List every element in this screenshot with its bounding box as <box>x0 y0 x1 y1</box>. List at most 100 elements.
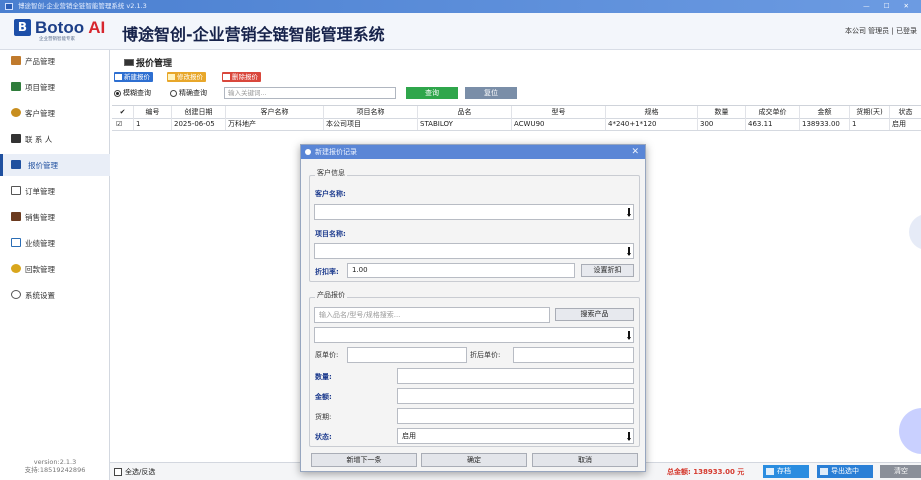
settings-icon <box>11 290 21 299</box>
customer-icon <box>11 108 21 117</box>
sidebar-item-label: 报价管理 <box>28 160 58 170</box>
window-controls[interactable]: — ☐ ✕ <box>863 0 915 13</box>
sidebar-item-settings[interactable]: 系统设置 <box>0 284 110 306</box>
search-product-button[interactable]: 搜索产品 <box>555 308 634 321</box>
payment-icon <box>11 264 21 273</box>
chevron-down-icon <box>627 331 631 340</box>
confirm-button[interactable]: 确定 <box>421 453 527 467</box>
reset-button[interactable]: 复位 <box>465 87 517 99</box>
sidebar-item-product[interactable]: 产品管理 <box>0 50 110 72</box>
sidebar-item-label: 项目管理 <box>25 82 55 92</box>
app-title: 博途智创-企业营销全链智能管理系统 <box>122 25 385 44</box>
sidebar-item-sales[interactable]: 销售管理 <box>0 206 110 228</box>
table-cell: 本公司项目 <box>324 118 418 130</box>
chevron-down-icon <box>627 432 631 441</box>
window-titlebar: 博途智创-企业营销全链智能管理系统 v2.1.3 — ☐ ✕ <box>0 0 921 13</box>
exact-search-radio[interactable]: 精确查询 <box>170 88 207 98</box>
save-button[interactable]: 存档 <box>763 465 809 478</box>
product-icon <box>11 56 21 65</box>
new-quote-label: 新建报价 <box>124 73 150 81</box>
disc-price-input[interactable] <box>513 347 634 363</box>
orig-price-input[interactable] <box>347 347 467 363</box>
project-name-select[interactable] <box>314 243 634 259</box>
column-header[interactable]: 客户名称 <box>226 106 324 118</box>
delete-quote-label: 删除报价 <box>232 73 258 81</box>
new-quote-dialog: 新建报价记录 ✕ 客户信息 客户名称: 项目名称: 折扣率: 1.00 设置折扣… <box>300 144 646 472</box>
column-header[interactable]: 品名 <box>418 106 512 118</box>
fuzzy-search-radio[interactable]: 模糊查询 <box>114 88 151 98</box>
table-cell: 300 <box>698 118 746 130</box>
sidebar-item-label: 客户管理 <box>25 108 55 118</box>
table-cell: 4*240+1*120 <box>606 118 698 130</box>
table-cell: 2025-06-05 <box>172 118 226 130</box>
sidebar-item-quote[interactable]: 报价管理 <box>0 154 110 176</box>
clear-button[interactable]: 清空 <box>880 465 921 478</box>
sidebar-item-performance[interactable]: 业绩管理 <box>0 232 110 254</box>
discount-input[interactable]: 1.00 <box>347 263 575 278</box>
new-quote-button[interactable]: 新建报价 <box>114 72 153 82</box>
column-header[interactable]: 货期(天) <box>850 106 890 118</box>
column-header[interactable]: 金额 <box>800 106 850 118</box>
table-cell: 1 <box>850 118 890 130</box>
export-selected-button[interactable]: 导出选中 <box>817 465 873 478</box>
exact-label: 精确查询 <box>179 89 207 97</box>
column-header[interactable]: 规格 <box>606 106 698 118</box>
column-header[interactable]: ✔ <box>112 106 134 118</box>
quantity-label: 数量: <box>315 373 332 381</box>
product-search-input[interactable]: 输入品名/型号/规格搜索... <box>314 307 550 323</box>
column-header[interactable]: 型号 <box>512 106 606 118</box>
user-info[interactable]: 本公司 管理员 | 已登录 <box>845 26 917 36</box>
discount-label: 折扣率: <box>315 268 339 276</box>
edit-quote-label: 修改报价 <box>177 73 203 81</box>
add-next-button[interactable]: 新增下一条 <box>311 453 417 467</box>
customer-name-select[interactable] <box>314 204 634 220</box>
sidebar-item-customer[interactable]: 客户管理 <box>0 102 110 124</box>
logo-subtitle: 企业营销智能专家 <box>39 37 75 42</box>
column-header[interactable]: 编号 <box>134 106 172 118</box>
product-select[interactable] <box>314 327 634 343</box>
quantity-input[interactable] <box>397 368 634 384</box>
page-title-text: 报价管理 <box>136 59 173 69</box>
column-header[interactable]: 数量 <box>698 106 746 118</box>
select-all-checkbox[interactable]: 全选/反选 <box>114 467 155 477</box>
performance-icon <box>11 238 21 247</box>
sidebar: 产品管理 项目管理 客户管理 联 系 人 报价管理 订单管理 销售管理 业绩管理… <box>0 50 110 480</box>
logo-mark: B <box>14 19 31 36</box>
sales-icon <box>11 212 21 221</box>
status-label: 状态: <box>315 433 332 441</box>
logo-text: Botoo <box>35 18 85 37</box>
select-all-label: 全选/反选 <box>125 468 156 476</box>
amount-input[interactable] <box>397 388 634 404</box>
quote-icon <box>124 59 134 66</box>
page-title: 报价管理 <box>124 56 172 69</box>
cancel-button[interactable]: 取消 <box>532 453 638 467</box>
sidebar-item-label: 销售管理 <box>25 212 55 222</box>
status-select[interactable]: 启用 <box>397 428 634 444</box>
keyword-input[interactable]: 输入关键词... <box>224 87 396 99</box>
column-header[interactable]: 状态 <box>890 106 921 118</box>
delete-quote-button[interactable]: 删除报价 <box>222 72 261 82</box>
edit-quote-button[interactable]: 修改报价 <box>167 72 206 82</box>
contacts-icon <box>11 134 21 143</box>
column-header[interactable]: 创建日期 <box>172 106 226 118</box>
sidebar-item-label: 联 系 人 <box>25 134 53 144</box>
dialog-close-icon[interactable]: ✕ <box>631 145 639 159</box>
row-check-cell[interactable]: ☑ <box>112 118 134 130</box>
sidebar-item-contacts[interactable]: 联 系 人 <box>0 128 110 150</box>
delivery-input[interactable] <box>397 408 634 424</box>
query-button[interactable]: 查询 <box>406 87 458 99</box>
table-cell: 启用 <box>892 120 906 128</box>
chevron-down-icon <box>627 208 631 217</box>
column-header[interactable]: 成交单价 <box>746 106 800 118</box>
fuzzy-label: 模糊查询 <box>123 89 151 97</box>
sidebar-item-order[interactable]: 订单管理 <box>0 180 110 202</box>
sidebar-item-payment[interactable]: 回款管理 <box>0 258 110 280</box>
table-cell: 1 <box>134 118 172 130</box>
set-discount-button[interactable]: 设置折扣 <box>581 264 634 277</box>
dialog-app-icon <box>305 149 311 155</box>
delivery-label: 货期: <box>315 413 332 421</box>
column-header[interactable]: 项目名称 <box>324 106 418 118</box>
sidebar-item-project[interactable]: 项目管理 <box>0 76 110 98</box>
orig-price-label: 原单价: <box>315 351 339 359</box>
product-quote-legend: 产品报价 <box>315 290 347 300</box>
